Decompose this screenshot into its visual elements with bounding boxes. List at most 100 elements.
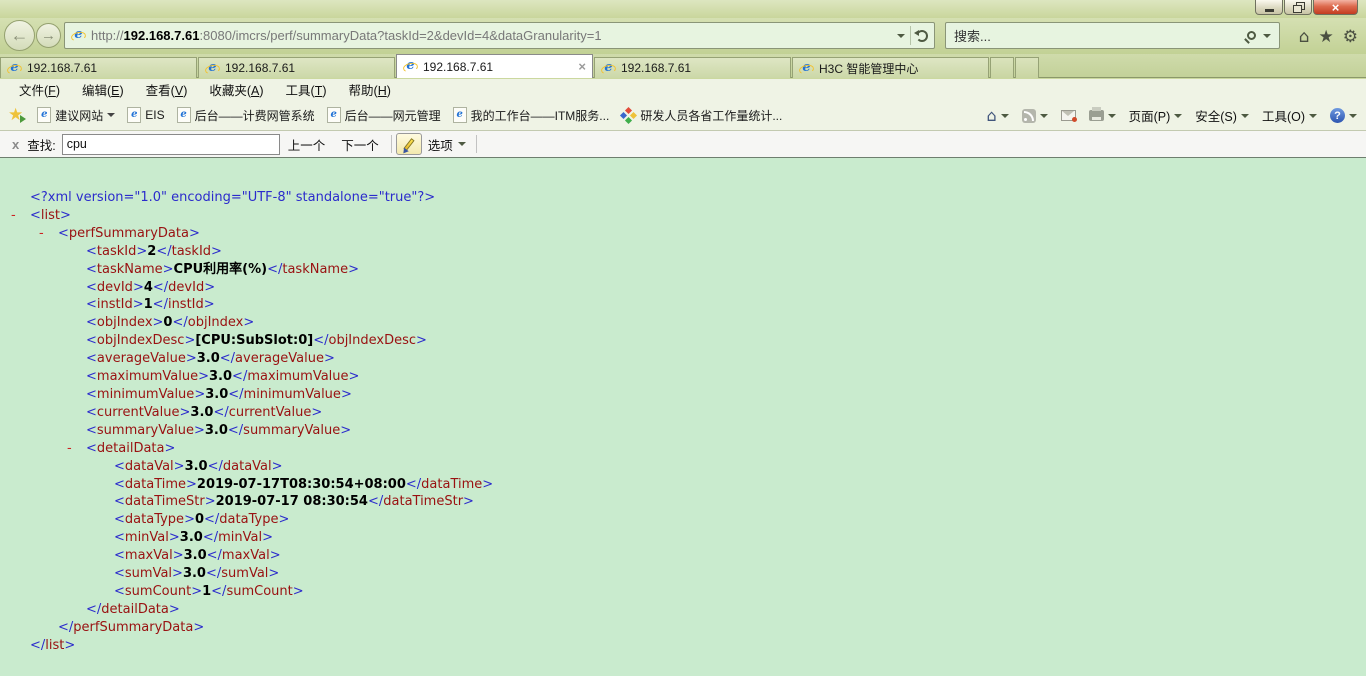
collapse-toggle-icon[interactable]: -	[11, 207, 30, 225]
menu-item-f[interactable]: 文件(F)	[8, 78, 71, 101]
refresh-icon[interactable]	[914, 29, 928, 42]
find-previous-button[interactable]: 上一个	[280, 132, 334, 157]
close-button[interactable]: ×	[1313, 0, 1358, 15]
forward-button[interactable]: →	[36, 23, 61, 48]
collapse-toggle-icon[interactable]: -	[67, 440, 86, 458]
new-tab-button[interactable]	[1015, 57, 1039, 78]
xml-line: - <perfSummaryData>	[39, 225, 200, 243]
collapse-toggle-icon[interactable]: -	[39, 225, 58, 243]
browser-quick-icons: ⌂ ★ ⚙	[1299, 27, 1358, 47]
xml-line: </detailData>	[86, 601, 180, 617]
xml-declaration: <?xml version="1.0" encoding="UTF-8" sta…	[30, 190, 436, 205]
minimize-button[interactable]	[1255, 0, 1283, 15]
xml-tag-name: maximumValue	[96, 369, 199, 385]
xml-tag-name: taskName	[96, 261, 163, 277]
favorites-item[interactable]: e 建议网站	[31, 104, 121, 127]
xml-line: <summaryValue>3.0</summaryValue>	[86, 422, 352, 438]
chevron-down-icon	[1349, 113, 1357, 118]
settings-gear-icon[interactable]: ⚙	[1343, 27, 1358, 47]
xml-tag-name: dataTimeStr	[124, 494, 205, 510]
home-page-button[interactable]: ⌂	[983, 104, 1011, 127]
favorites-item[interactable]: e 我的工作台——ITM服务...	[447, 104, 616, 127]
favorites-item-label: 后台——网元管理	[344, 108, 441, 123]
menu-item-h[interactable]: 帮助(H)	[338, 78, 402, 101]
find-input[interactable]: cpu	[61, 133, 280, 155]
xml-value: 4	[143, 279, 153, 295]
ie-logo-icon: e	[7, 61, 22, 76]
home-icon[interactable]: ⌂	[1299, 27, 1310, 47]
favorites-item[interactable]: 研发人员各省工作量统计...	[615, 104, 788, 127]
ie-logo-icon: e	[403, 59, 418, 74]
browser-tab[interactable]: e 192.168.7.61	[198, 57, 395, 78]
xml-tag-name: averageValue	[96, 351, 186, 367]
favorites-item[interactable]: e 后台——计费网管系统	[171, 104, 321, 127]
ie-logo-icon: e	[601, 61, 616, 76]
url-text[interactable]: http://192.168.7.61:8080/imcrs/perf/summ…	[91, 28, 897, 43]
favorites-item-label: 后台——计费网管系统	[194, 108, 315, 123]
menu-item-e[interactable]: 编辑(E)	[71, 78, 135, 101]
restore-button[interactable]	[1284, 0, 1312, 15]
xml-tag-name: devId	[96, 279, 133, 295]
tab-title: H3C 智能管理中心	[819, 61, 919, 76]
back-button[interactable]: ←	[4, 20, 35, 51]
xml-value: 3.0	[209, 369, 233, 385]
security-menu-button[interactable]: 安全(S)	[1192, 104, 1252, 127]
chevron-down-icon	[1309, 113, 1317, 118]
chevron-down-icon	[1000, 113, 1009, 118]
chevron-down-icon	[1240, 113, 1249, 118]
browser-tab[interactable]: e H3C 智能管理中心	[792, 57, 989, 78]
search-placeholder[interactable]: 搜索...	[954, 26, 1247, 45]
help-menu-button[interactable]: ?	[1327, 106, 1360, 125]
rss-feed-button[interactable]	[1019, 107, 1051, 125]
xml-value: 3.0	[190, 404, 214, 420]
xml-line: <averageValue>3.0</averageValue>	[86, 351, 335, 367]
find-close-icon[interactable]: x	[10, 137, 27, 152]
rss-icon	[1021, 108, 1036, 123]
tools-menu-button[interactable]: 工具(O)	[1259, 104, 1320, 127]
tab-close-icon[interactable]: ×	[572, 59, 586, 74]
tab-title: 192.168.7.61	[27, 61, 98, 75]
xml-closing-tag-name: sumVal	[221, 566, 269, 582]
new-tab-button[interactable]	[990, 57, 1014, 78]
xml-closing-tag-name: objIndexDesc	[328, 333, 417, 349]
home-icon: ⌂	[986, 106, 997, 125]
add-favorite-icon[interactable]: ★	[8, 105, 27, 125]
xml-tag-name: minVal	[124, 530, 169, 546]
xml-line: <minVal>3.0</minVal>	[114, 530, 273, 546]
ie-page-icon: e	[127, 107, 142, 123]
title-bar[interactable]: ×	[0, 0, 1366, 18]
chevron-down-icon	[457, 142, 466, 146]
ie-page-icon: e	[37, 107, 52, 123]
browser-tab[interactable]: e 192.168.7.61	[0, 57, 197, 78]
search-dropdown-icon[interactable]	[1263, 33, 1271, 38]
xml-line: <dataTime>2019-07-17T08:30:54+08:00</dat…	[114, 476, 494, 492]
ie-logo-icon: e	[205, 61, 220, 76]
browser-tab[interactable]: e 192.168.7.61 ×	[396, 54, 593, 78]
read-mail-button[interactable]	[1058, 108, 1079, 123]
page-menu-button[interactable]: 页面(P)	[1126, 104, 1186, 127]
address-dropdown-icon[interactable]	[897, 33, 905, 38]
menu-item-v[interactable]: 查看(V)	[135, 78, 199, 101]
favorites-star-icon[interactable]: ★	[1319, 27, 1334, 47]
xml-closing-tag-name: taskId	[171, 243, 212, 259]
favorites-item[interactable]: e 后台——网元管理	[321, 104, 447, 127]
print-button[interactable]	[1086, 107, 1119, 123]
address-bar[interactable]: e http://192.168.7.61:8080/imcrs/perf/su…	[64, 22, 935, 49]
favorites-item[interactable]: e EIS	[121, 104, 170, 126]
search-icon[interactable]	[1247, 31, 1256, 40]
xml-tag-name: currentValue	[96, 404, 180, 420]
find-options-button[interactable]: 选项	[422, 132, 472, 157]
xml-closing-tag-name: perfSummaryData	[73, 619, 194, 635]
xml-closing-tag-name: taskName	[282, 261, 349, 277]
menu-item-t[interactable]: 工具(T)	[275, 78, 338, 101]
xml-tag-name: taskId	[96, 243, 137, 259]
xml-tag-name: maxVal	[124, 548, 173, 564]
xml-line: <devId>4</devId>	[86, 279, 216, 295]
highlight-all-button[interactable]	[395, 133, 422, 155]
browser-tab[interactable]: e 192.168.7.61	[594, 57, 791, 78]
browser-window: × ← → e http://192.168.7.61:8080/imcrs/p…	[0, 0, 1366, 676]
xml-tag-name: dataTime	[124, 476, 187, 492]
menu-item-a[interactable]: 收藏夹(A)	[198, 78, 274, 101]
find-next-button[interactable]: 下一个	[333, 132, 387, 157]
search-box[interactable]: 搜索...	[945, 22, 1280, 49]
